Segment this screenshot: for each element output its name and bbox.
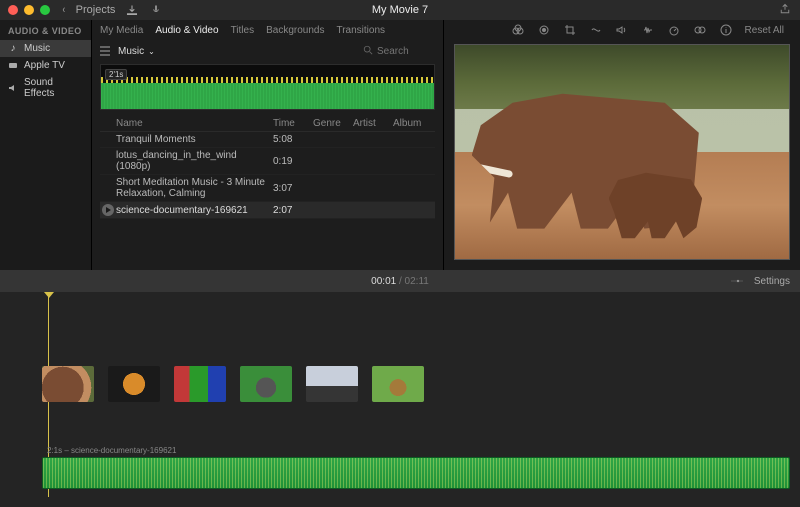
timeline[interactable]: 2:1s – science-documentary-169621 (0, 292, 800, 507)
preview-frame[interactable] (454, 44, 790, 260)
waveform-peaks (101, 77, 434, 82)
timeline-toolbar: 00:01 / 02:11 Settings (0, 270, 800, 292)
timeline-settings-button[interactable]: Settings (754, 276, 790, 287)
preview-elephant-calf (609, 169, 703, 242)
track-time: 2:07 (273, 205, 313, 216)
volume-icon[interactable] (615, 23, 629, 37)
video-clips-row (42, 366, 424, 402)
play-track-button[interactable] (102, 204, 114, 216)
back-chevron-icon[interactable]: ‹ (63, 4, 66, 16)
browser-tabs: My Media Audio & Video Titles Background… (92, 20, 443, 40)
speaker-icon (8, 83, 18, 93)
music-note-icon: ♪ (8, 44, 18, 54)
video-clip-impala[interactable] (372, 366, 424, 402)
tab-my-media[interactable]: My Media (100, 25, 143, 36)
track-row[interactable]: Tranquil Moments 5:08 (100, 132, 435, 148)
tracks-header: Name Time Genre Artist Album (100, 116, 435, 132)
track-name: Short Meditation Music - 3 Minute Relaxa… (116, 177, 273, 199)
tab-backgrounds[interactable]: Backgrounds (266, 25, 324, 36)
sidebar-heading: AUDIO & VIDEO (0, 20, 91, 40)
media-browser: My Media Audio & Video Titles Background… (92, 20, 444, 270)
info-icon[interactable] (719, 23, 733, 37)
library-sidebar: AUDIO & VIDEO ♪ Music Apple TV Sound Eff… (0, 20, 92, 270)
chevron-down-icon: ⌄ (148, 47, 155, 56)
tab-audio-video[interactable]: Audio & Video (155, 25, 218, 36)
tab-titles[interactable]: Titles (231, 25, 255, 36)
sidebar-item-label: Sound Effects (24, 77, 83, 99)
preview-viewer: Reset All (444, 20, 800, 270)
sidebar-item-label: Music (24, 43, 50, 54)
viewer-toolbar: Reset All (444, 20, 800, 40)
waveform-duration-tag: 2'1s (105, 69, 127, 80)
video-clip-penguin[interactable] (306, 366, 358, 402)
track-name: science-documentary-169621 (116, 205, 273, 216)
close-window-button[interactable] (8, 5, 18, 15)
track-row[interactable]: lotus_dancing_in_the_wind (1080p) 0:19 (100, 148, 435, 175)
share-icon[interactable] (778, 2, 792, 16)
audio-clip-waveform (43, 458, 789, 488)
import-media-icon[interactable] (125, 3, 139, 17)
reset-all-button[interactable]: Reset All (745, 25, 784, 36)
source-dropdown[interactable]: Music ⌄ (118, 46, 155, 57)
noise-icon[interactable] (641, 23, 655, 37)
sidebar-item-label: Apple TV (24, 60, 65, 71)
browser-toolbar: Music ⌄ (92, 40, 443, 62)
search-icon (363, 45, 373, 58)
track-row[interactable]: Short Meditation Music - 3 Minute Relaxa… (100, 175, 435, 202)
filter-icon[interactable] (693, 23, 707, 37)
crop-icon[interactable] (563, 23, 577, 37)
apple-tv-icon (8, 61, 18, 71)
time-current: 00:01 (371, 276, 396, 287)
source-label: Music (118, 46, 144, 57)
back-to-projects-button[interactable]: Projects (76, 4, 116, 16)
track-name: lotus_dancing_in_the_wind (1080p) (116, 150, 273, 172)
zoom-slider-icon[interactable] (730, 274, 744, 288)
sidebar-item-music[interactable]: ♪ Music (0, 40, 91, 57)
video-clip-parrots[interactable] (174, 366, 226, 402)
minimize-window-button[interactable] (24, 5, 34, 15)
time-display: 00:01 / 02:11 (371, 276, 429, 287)
col-name[interactable]: Name (116, 118, 273, 129)
sidebar-item-apple-tv[interactable]: Apple TV (0, 57, 91, 74)
track-time: 3:07 (273, 183, 313, 194)
video-clip-ape[interactable] (240, 366, 292, 402)
track-time: 0:19 (273, 156, 313, 167)
video-clip-elephants[interactable] (42, 366, 94, 402)
window-controls (8, 5, 50, 15)
tracks-table: Name Time Genre Artist Album Tranquil Mo… (92, 112, 443, 219)
list-view-icon[interactable] (98, 44, 112, 58)
track-time: 5:08 (273, 134, 313, 145)
color-correct-icon[interactable] (537, 23, 551, 37)
col-artist[interactable]: Artist (353, 118, 393, 129)
waveform-body (101, 83, 434, 109)
tab-transitions[interactable]: Transitions (336, 25, 385, 36)
record-voiceover-icon[interactable] (149, 3, 163, 17)
stabilize-icon[interactable] (589, 23, 603, 37)
waveform-preview[interactable]: 2'1s (100, 64, 435, 110)
col-time[interactable]: Time (273, 118, 313, 129)
track-name: Tranquil Moments (116, 134, 273, 145)
color-balance-icon[interactable] (511, 23, 525, 37)
col-genre[interactable]: Genre (313, 118, 353, 129)
sidebar-item-sound-effects[interactable]: Sound Effects (0, 74, 91, 102)
zoom-window-button[interactable] (40, 5, 50, 15)
audio-clip-label: 2:1s – science-documentary-169621 (47, 446, 176, 455)
upper-region: AUDIO & VIDEO ♪ Music Apple TV Sound Eff… (0, 20, 800, 270)
speed-icon[interactable] (667, 23, 681, 37)
audio-clip[interactable]: 2:1s – science-documentary-169621 (42, 457, 790, 489)
col-album[interactable]: Album (393, 118, 433, 129)
window-titlebar: ‹ Projects My Movie 7 (0, 0, 800, 20)
window-title: My Movie 7 (372, 4, 428, 16)
video-clip-tiger[interactable] (108, 366, 160, 402)
search-field[interactable] (363, 45, 437, 58)
search-input[interactable] (377, 46, 437, 57)
time-total: 02:11 (405, 276, 429, 287)
track-row[interactable]: science-documentary-169621 2:07 (100, 202, 435, 219)
